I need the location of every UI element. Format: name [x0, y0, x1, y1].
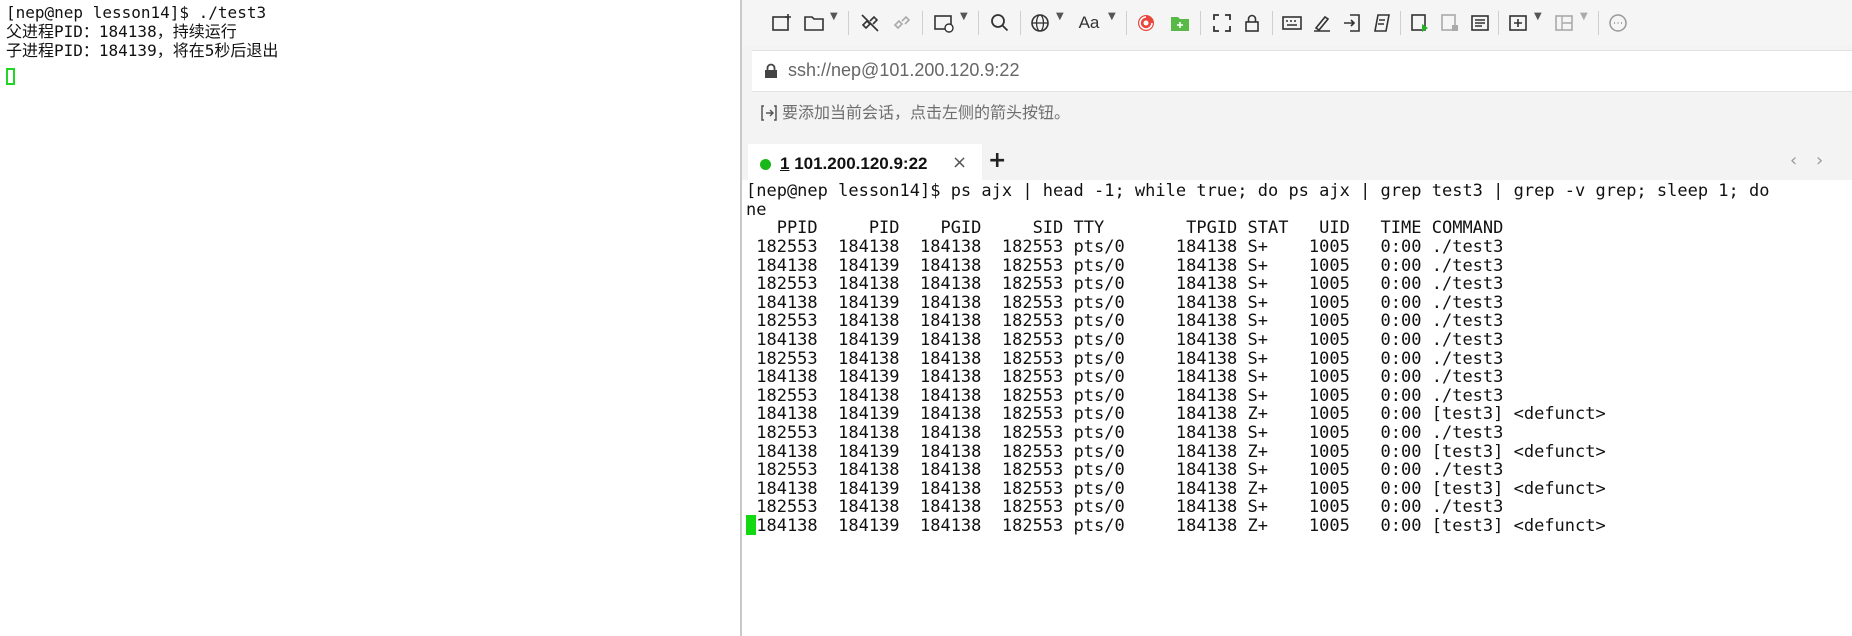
notes-icon[interactable] [1466, 9, 1494, 37]
font-icon[interactable]: Aa [1072, 9, 1106, 37]
log-stop-icon[interactable] [1436, 9, 1464, 37]
address-bar[interactable]: ssh://nep@101.200.120.9:22 [752, 50, 1852, 92]
session-hint-text: 要添加当前会话，点击左侧的箭头按钮。 [782, 105, 1071, 122]
terminal-cursor [746, 515, 756, 535]
toolbar-separator [1272, 11, 1273, 35]
table-row: 184138 184139 184138 182553 pts/0 184138… [746, 516, 1606, 536]
ssh-client-window: ▼ ▼ ▼ Aa ▼ ▼ ▼ ssh://nep@101.200.120.9:2… [742, 0, 1852, 636]
session-manager-icon[interactable] [930, 9, 958, 37]
globe-icon[interactable] [1026, 9, 1054, 37]
toolbar: ▼ ▼ ▼ Aa ▼ ▼ ▼ [742, 0, 1852, 46]
highlight-icon[interactable] [1308, 9, 1336, 37]
add-tab-button[interactable]: + [988, 147, 1006, 175]
tab-session-1[interactable]: 1 101.200.120.9:22 × [748, 144, 982, 182]
address-url[interactable]: ssh://nep@101.200.120.9:22 [788, 59, 1019, 81]
fullscreen-icon[interactable] [1208, 9, 1236, 37]
toolbar-separator [1126, 11, 1127, 35]
layout-icon[interactable] [1550, 9, 1578, 37]
chevron-down-icon[interactable]: ▼ [960, 11, 968, 22]
lock-icon [764, 63, 778, 83]
disconnect-icon[interactable] [856, 9, 884, 37]
keyboard-icon[interactable] [1278, 9, 1306, 37]
close-icon[interactable]: × [952, 151, 967, 175]
session-hint-bar: 要添加当前会话，点击左侧的箭头按钮。 [752, 94, 1852, 134]
tab-bar: 1 101.200.120.9:22 × + ‹ › [742, 144, 1852, 182]
chevron-down-icon[interactable]: ▼ [1580, 11, 1588, 22]
toolbar-separator [1020, 11, 1021, 35]
new-tab-icon[interactable] [1504, 9, 1532, 37]
terminal-line: [nep@nep lesson14]$ ./test3 [6, 3, 267, 22]
terminal-cursor [6, 68, 15, 85]
search-icon[interactable] [986, 9, 1014, 37]
add-session-arrow-icon[interactable] [760, 104, 778, 126]
toolbar-separator [922, 11, 923, 35]
shell-icon[interactable] [1132, 9, 1160, 37]
chevron-down-icon[interactable]: ▼ [1534, 11, 1542, 22]
sftp-icon[interactable] [1166, 9, 1194, 37]
chevron-left-icon[interactable]: ‹ [1790, 148, 1797, 174]
toolbar-separator [1200, 11, 1201, 35]
chat-icon[interactable] [1604, 9, 1632, 37]
left-terminal[interactable]: [nep@nep lesson14]$ ./test3 父进程PID：18413… [0, 0, 740, 636]
chevron-right-icon[interactable]: › [1816, 148, 1823, 174]
chevron-down-icon[interactable]: ▼ [1056, 11, 1064, 22]
toolbar-separator [1498, 11, 1499, 35]
toolbar-separator [978, 11, 979, 35]
tab-label: 1 101.200.120.9:22 [780, 154, 928, 173]
chevron-down-icon[interactable]: ▼ [1108, 11, 1116, 22]
new-session-icon[interactable] [768, 9, 796, 37]
toolbar-separator [1400, 11, 1401, 35]
terminal-line: 子进程PID：184139，将在5秒后退出 [6, 41, 279, 60]
ssh-terminal[interactable]: [nep@nep lesson14]$ ps ajx | head -1; wh… [742, 180, 1852, 636]
terminal-line: [nep@nep lesson14]$ ps ajx | head -1; wh… [746, 181, 1770, 201]
open-folder-icon[interactable] [800, 9, 828, 37]
reconnect-icon[interactable] [888, 9, 916, 37]
terminal-line: 父进程PID：184138，持续运行 [6, 22, 237, 41]
toolbar-separator [848, 11, 849, 35]
transfer-icon[interactable] [1338, 9, 1366, 37]
chevron-down-icon[interactable]: ▼ [830, 11, 838, 22]
toolbar-separator [1598, 11, 1599, 35]
log-start-icon[interactable] [1406, 9, 1434, 37]
connection-status-dot [760, 159, 771, 170]
lock-icon[interactable] [1238, 9, 1266, 37]
script-icon[interactable] [1368, 9, 1396, 37]
